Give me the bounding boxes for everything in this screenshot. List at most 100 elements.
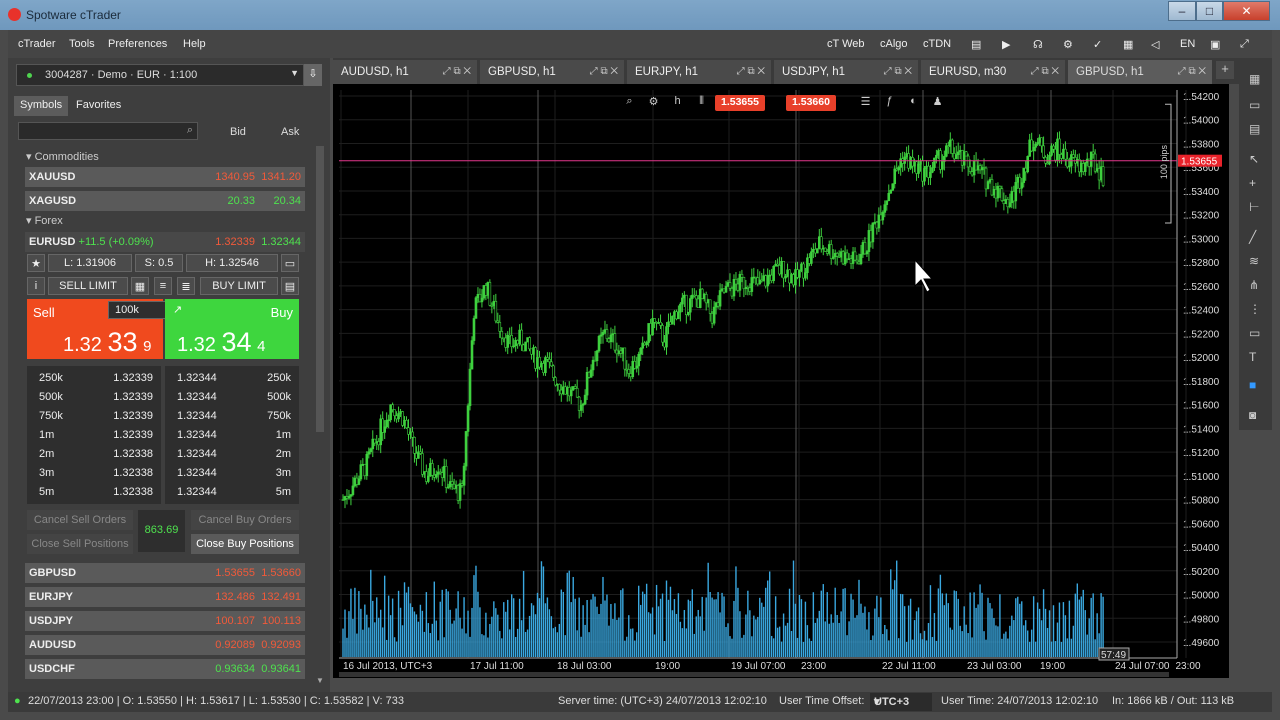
candle-body	[474, 297, 478, 319]
y-tick-label: 1.52400	[1183, 306, 1220, 317]
text-icon[interactable]: T	[1249, 350, 1256, 364]
layout-icon[interactable]: ▣	[1210, 38, 1220, 51]
time-offset-select[interactable]: UTC+3 ▾	[870, 693, 932, 711]
menu-help[interactable]: Help	[183, 38, 206, 50]
language-icon[interactable]: EN	[1180, 38, 1195, 50]
tab-symbols[interactable]: Symbols	[14, 96, 69, 116]
chart-tab[interactable]: AUDUSD, h1 ⤢ ⧉ ✕	[333, 60, 477, 84]
symbol-row[interactable]: EURJPY 132.486 132.491	[25, 587, 305, 607]
depth-grid-icon[interactable]: ▦	[131, 277, 149, 295]
single-layout-icon[interactable]: ▭	[1249, 98, 1260, 112]
trendline-icon[interactable]: ╱	[1249, 230, 1256, 244]
timeframe-icon[interactable]: h	[670, 95, 685, 110]
menu-tools[interactable]: Tools	[69, 38, 95, 50]
candle-body	[1101, 166, 1105, 186]
buy-button[interactable]: ↗ Buy 1.32 34 4	[165, 299, 299, 359]
close-tab-icon[interactable]: ⤢ ⧉ ✕	[737, 66, 765, 77]
add-chart-tab-button[interactable]: +	[1216, 61, 1234, 79]
chart-buy-button[interactable]: 1.53660	[786, 95, 836, 111]
close-sell-positions-button[interactable]: Close Sell Positions	[27, 534, 133, 554]
zoom-icon[interactable]: ⌕	[622, 95, 637, 110]
support-icon[interactable]: ☊	[1033, 38, 1043, 51]
close-tab-icon[interactable]: ⤢ ⧉ ✕	[884, 66, 912, 77]
chart-settings-icon[interactable]: ⚙	[646, 95, 661, 110]
candle-body	[968, 166, 972, 172]
crosshair-icon[interactable]: +	[1249, 176, 1256, 190]
candle-body	[450, 481, 454, 485]
sound-icon[interactable]: ◁	[1151, 38, 1159, 51]
calculator-icon[interactable]: ▦	[1123, 38, 1133, 51]
cbot-icon[interactable]: ◐	[906, 95, 921, 110]
video-icon[interactable]: ▶	[1002, 38, 1010, 51]
chart-tab[interactable]: USDJPY, h1 ⤢ ⧉ ✕	[774, 60, 918, 84]
download-icon[interactable]: ⇩	[304, 64, 322, 86]
panel-scrollbar[interactable]	[316, 146, 324, 432]
close-tab-icon[interactable]: ⤢ ⧉ ✕	[590, 66, 618, 77]
symbol-row[interactable]: USDCHF 0.93634 0.93641	[25, 659, 305, 679]
menu-ctrader[interactable]: cTrader	[18, 38, 56, 50]
favorite-star-icon[interactable]: ★	[27, 254, 45, 272]
order-ticket-icon[interactable]: ▤	[281, 277, 299, 295]
cursor-icon[interactable]: ↖	[1249, 152, 1259, 166]
cancel-sell-orders-button[interactable]: Cancel Sell Orders	[27, 510, 133, 530]
scroll-down-icon[interactable]: ▼	[316, 676, 324, 685]
chart-sell-button[interactable]: 1.53655	[715, 95, 765, 111]
group-forex[interactable]: ▾ Forex	[26, 214, 63, 227]
fullscreen-icon[interactable]: ⤢	[1240, 38, 1249, 51]
close-buy-positions-button[interactable]: Close Buy Positions	[191, 534, 299, 554]
buy-limit-button[interactable]: BUY LIMIT	[200, 277, 278, 295]
tab-favorites[interactable]: Favorites	[70, 96, 127, 116]
candle-body	[1000, 188, 1004, 201]
close-tab-icon[interactable]: ⤢ ⧉ ✕	[443, 66, 471, 77]
close-tab-icon[interactable]: ⤢ ⧉ ✕	[1031, 66, 1059, 77]
menu-preferences[interactable]: Preferences	[108, 38, 167, 50]
fibonacci-icon[interactable]: ≋	[1249, 254, 1259, 268]
symbol-row[interactable]: AUDUSD 0.92089 0.92093	[25, 635, 305, 655]
depth-list-icon[interactable]: ≡	[154, 277, 172, 295]
chart-type-icon[interactable]: ⫴	[694, 95, 709, 110]
account-selector[interactable]: 3004287 · Demo · EUR · 1:100 ▼	[16, 64, 304, 86]
template-icon[interactable]: ♟	[930, 95, 945, 110]
menu-ct-web[interactable]: cT Web	[827, 38, 865, 50]
indicator-icon[interactable]: ƒ	[882, 95, 897, 110]
chart-tab[interactable]: GBPUSD, h1 ⤢ ⧉ ✕	[1068, 60, 1212, 84]
price-chart[interactable]: 1.542001.540001.538001.536001.534001.532…	[333, 84, 1229, 678]
grid-layout-icon[interactable]: ▦	[1249, 72, 1260, 86]
y-tick-label: 1.50000	[1183, 591, 1220, 602]
depth-compact-icon[interactable]: ≣	[177, 277, 195, 295]
info-icon[interactable]: i	[27, 277, 45, 295]
channel-icon[interactable]: ⋮	[1249, 302, 1261, 316]
objects-list-icon[interactable]: ☰	[858, 95, 873, 110]
rectangle-icon[interactable]: ▭	[1249, 326, 1260, 340]
menu-calgo[interactable]: cAlgo	[880, 38, 908, 50]
signal-icon[interactable]: ✓	[1093, 38, 1102, 51]
cancel-buy-orders-button[interactable]: Cancel Buy Orders	[191, 510, 299, 530]
sell-limit-button[interactable]: SELL LIMIT	[48, 277, 128, 295]
settings-icon[interactable]: ⚙	[1063, 38, 1073, 51]
chart-tab[interactable]: EURJPY, h1 ⤢ ⧉ ✕	[627, 60, 771, 84]
menu-ctdn[interactable]: cTDN	[923, 38, 951, 50]
minimize-button[interactable]: –	[1168, 1, 1196, 21]
symbol-row[interactable]: USDJPY 100.107 100.113	[25, 611, 305, 631]
symbol-row-xauusd[interactable]: XAUUSD 1340.95 1341.20	[25, 167, 305, 187]
color-picker-icon[interactable]: ■	[1249, 378, 1256, 392]
chart-icon[interactable]: ▭	[281, 254, 299, 272]
chart-tab[interactable]: EURUSD, m30 ⤢ ⧉ ✕	[921, 60, 1065, 84]
symbol-row[interactable]: GBPUSD 1.53655 1.53660	[25, 563, 305, 583]
maximize-button[interactable]: □	[1196, 1, 1223, 21]
close-tab-icon[interactable]: ⤢ ⧉ ✕	[1178, 66, 1206, 77]
screenshot-camera-icon[interactable]: ◙	[1249, 408, 1256, 422]
chart-tab[interactable]: GBPUSD, h1 ⤢ ⧉ ✕	[480, 60, 624, 84]
tile-layout-icon[interactable]: ▤	[1249, 122, 1260, 136]
candle-body	[520, 329, 523, 346]
measure-icon[interactable]: ⊢	[1249, 200, 1259, 214]
pitchfork-icon[interactable]: ⋔	[1249, 278, 1259, 292]
chart-area[interactable]: 1.54200 1.54000 1.53800 1.53600 1.53400 1.532…	[333, 84, 1229, 678]
candle-body	[889, 189, 893, 194]
notes-icon[interactable]: ▤	[971, 38, 981, 51]
symbol-row-eurusd[interactable]: EURUSD +11.5 (+0.09%) 1.32339 1.32344	[25, 232, 305, 252]
group-commodities[interactable]: ▾ Commodities	[26, 150, 99, 163]
close-window-button[interactable]: ✕	[1223, 1, 1270, 21]
symbol-search-input[interactable]: ⌕	[18, 122, 198, 140]
symbol-row-xagusd[interactable]: XAGUSD 20.33 20.34	[25, 191, 305, 211]
